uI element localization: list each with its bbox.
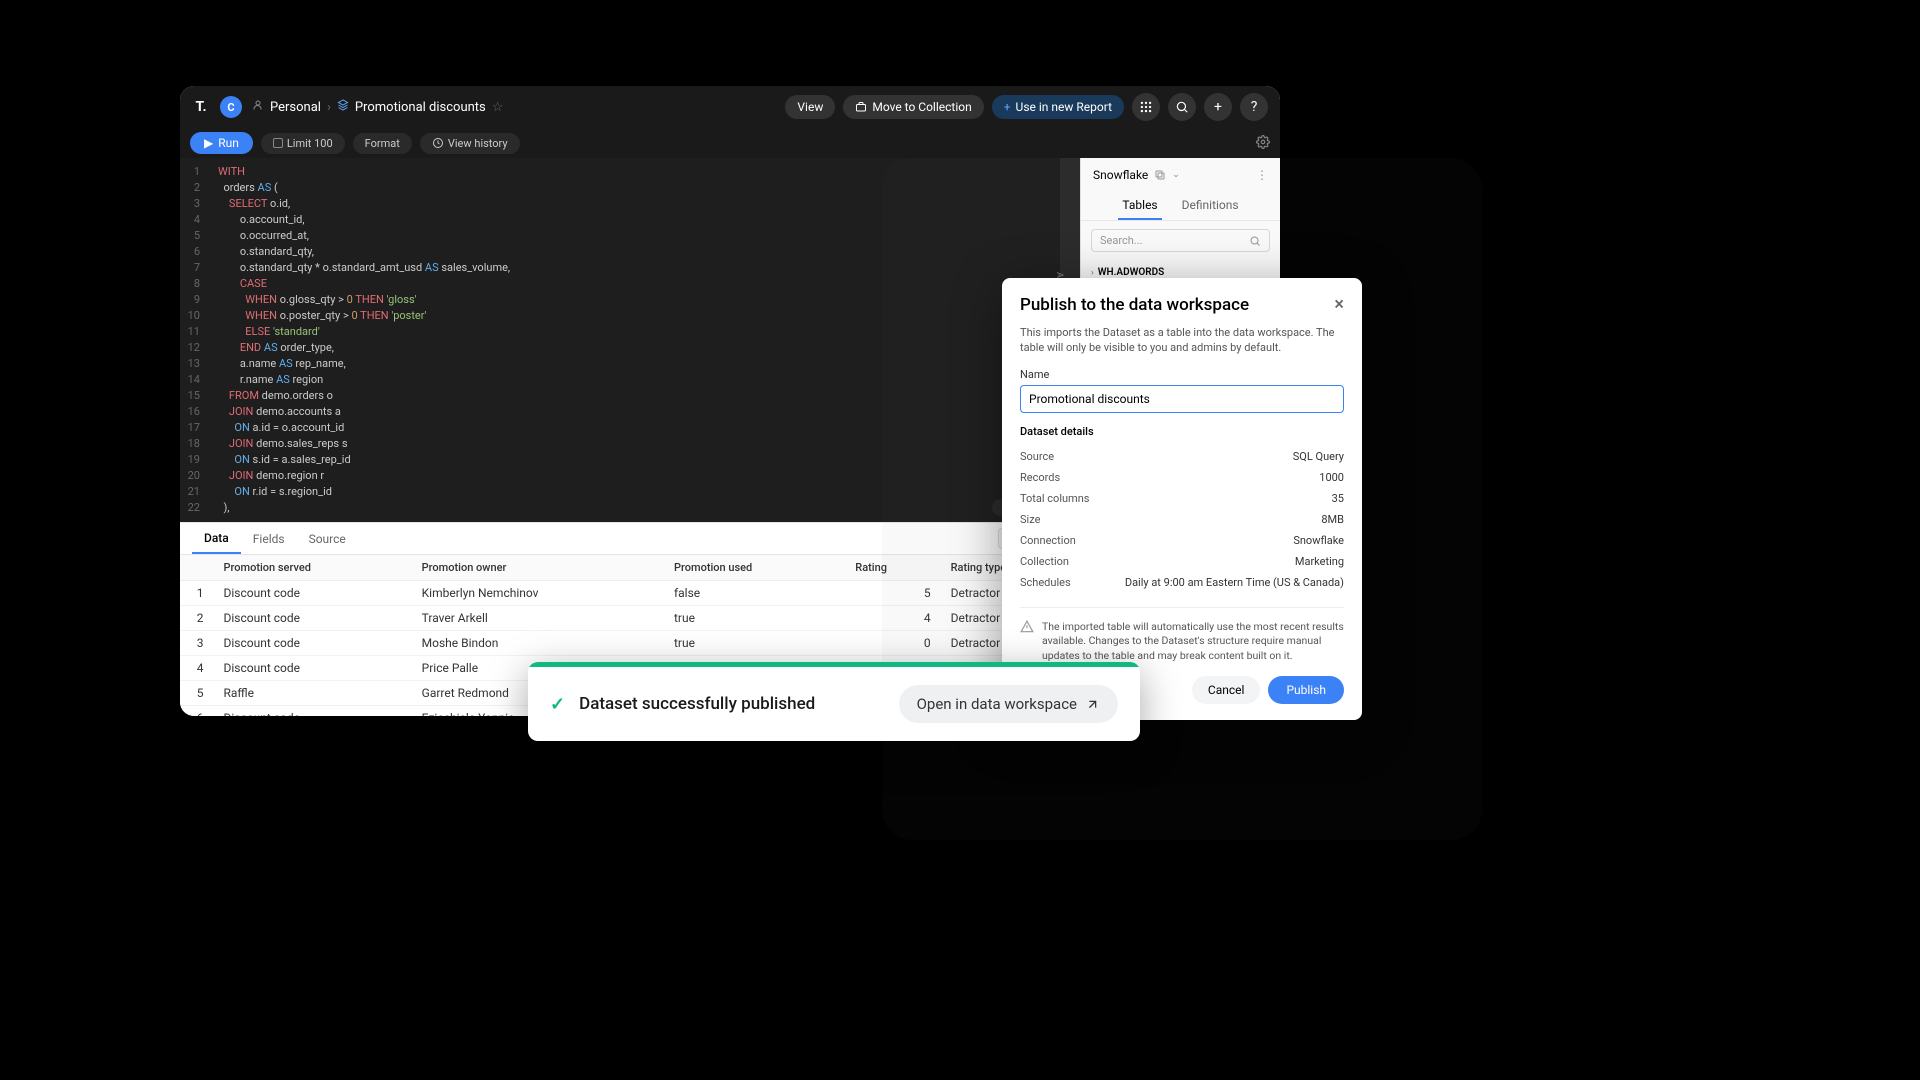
tab-tables[interactable]: Tables: [1118, 192, 1161, 220]
publish-modal: Publish to the data workspace × This imp…: [1002, 278, 1362, 720]
help-icon[interactable]: ?: [1240, 93, 1268, 121]
detail-row: Records1000: [1020, 467, 1344, 488]
publish-button[interactable]: Publish: [1268, 676, 1344, 704]
check-icon: ✓: [550, 694, 565, 715]
table-row[interactable]: 3Discount codeMoshe Bindontrue0Detractor: [180, 631, 1080, 656]
connection-name[interactable]: Snowflake: [1093, 168, 1148, 182]
more-icon[interactable]: ⋮: [1256, 168, 1268, 182]
apps-icon[interactable]: [1132, 93, 1160, 121]
warning-text: The imported table will automatically us…: [1042, 620, 1344, 664]
detail-row: CollectionMarketing: [1020, 551, 1344, 572]
toast-message: Dataset successfully published: [579, 694, 815, 714]
move-to-collection-button[interactable]: Move to Collection: [843, 95, 983, 119]
limit-toggle[interactable]: Limit 100: [261, 133, 345, 154]
org-avatar-icon[interactable]: C: [220, 96, 242, 118]
view-history-button[interactable]: View history: [420, 133, 520, 154]
gear-icon[interactable]: [1256, 134, 1270, 153]
format-button[interactable]: Format: [353, 133, 412, 154]
sql-toolbar: ▶Run Limit 100 Format View history: [180, 128, 1280, 158]
chevron-down-icon[interactable]: ⌄: [1172, 170, 1180, 180]
detail-row: SourceSQL Query: [1020, 446, 1344, 467]
dataset-icon: [337, 99, 349, 115]
tab-fields[interactable]: Fields: [241, 523, 297, 554]
column-header[interactable]: Rating: [845, 555, 940, 581]
star-icon[interactable]: ☆: [492, 100, 504, 115]
app-logo-icon: T.: [192, 98, 210, 116]
user-icon: [252, 99, 264, 115]
search-icon[interactable]: [1168, 93, 1196, 121]
modal-title: Publish to the data workspace: [1020, 295, 1249, 315]
breadcrumb-workspace[interactable]: Personal: [270, 100, 321, 115]
detail-row: Size8MB: [1020, 509, 1344, 530]
view-button[interactable]: View: [785, 95, 835, 119]
close-icon[interactable]: ×: [1334, 294, 1344, 315]
detail-row: Total columns35: [1020, 488, 1344, 509]
run-button[interactable]: ▶Run: [190, 132, 253, 154]
name-label: Name: [1020, 368, 1344, 381]
details-heading: Dataset details: [1020, 425, 1344, 438]
table-row[interactable]: 2Discount codeTraver Arkelltrue4Detracto…: [180, 606, 1080, 631]
use-in-report-button[interactable]: + Use in new Report: [992, 95, 1124, 119]
tab-data[interactable]: Data: [192, 523, 241, 554]
breadcrumb: Personal › Promotional discounts ☆: [252, 99, 503, 115]
tab-definitions[interactable]: Definitions: [1178, 192, 1243, 220]
cancel-button[interactable]: Cancel: [1192, 676, 1261, 704]
warning-icon: [1020, 620, 1034, 664]
column-header[interactable]: Promotion served: [214, 555, 412, 581]
name-input[interactable]: [1020, 385, 1344, 413]
detail-row: SchedulesDaily at 9:00 am Eastern Time (…: [1020, 572, 1344, 593]
app-header: T. C Personal › Promotional discounts ☆ …: [180, 86, 1280, 128]
detail-row: ConnectionSnowflake: [1020, 530, 1344, 551]
success-toast: ✓ Dataset successfully published Open in…: [528, 662, 1140, 741]
schema-search-input[interactable]: Search...: [1091, 229, 1270, 252]
add-icon[interactable]: +: [1204, 93, 1232, 121]
table-row[interactable]: 1Discount codeKimberlyn Nemchinovfalse5D…: [180, 581, 1080, 606]
tab-source[interactable]: Source: [297, 523, 358, 554]
modal-description: This imports the Dataset as a table into…: [1020, 325, 1344, 356]
open-workspace-button[interactable]: Open in data workspace: [899, 685, 1118, 723]
column-header[interactable]: Promotion owner: [412, 555, 664, 581]
column-header[interactable]: Promotion used: [664, 555, 845, 581]
sql-editor[interactable]: 12345678910111213141516171819202122 WITH…: [180, 158, 1080, 522]
breadcrumb-title[interactable]: Promotional discounts: [355, 100, 486, 115]
